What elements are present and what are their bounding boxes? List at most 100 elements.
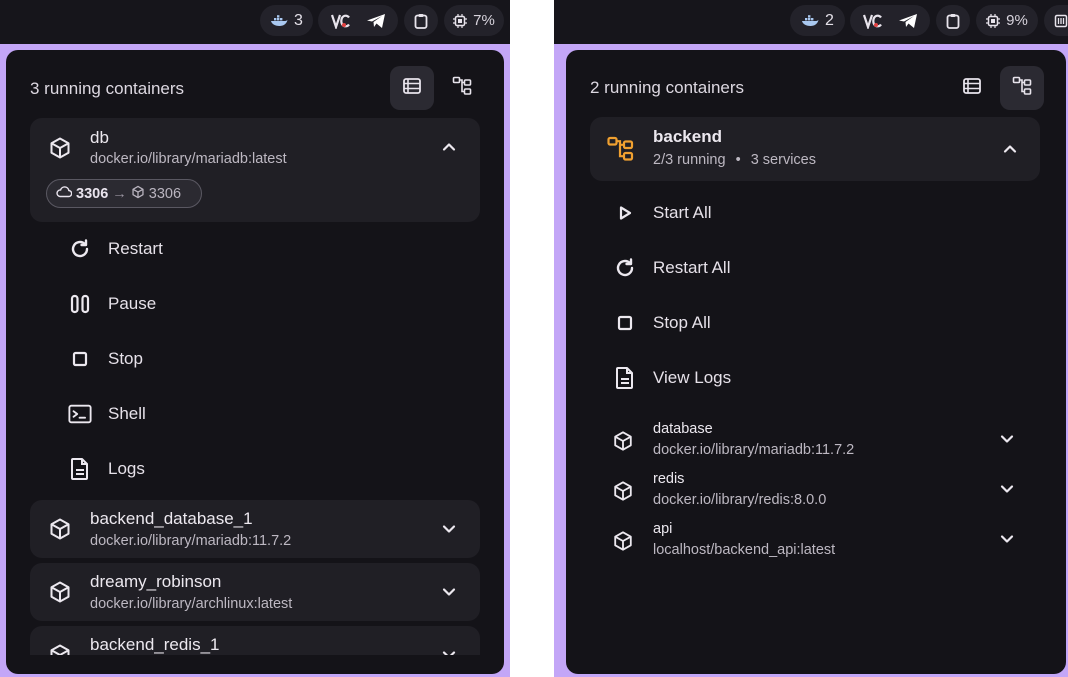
left-screen: 3 7% 3 running containers db docker.io/l… — [0, 0, 510, 677]
action-label: Shell — [108, 404, 146, 423]
container-name: backend_redis_1 — [90, 635, 220, 654]
action-label: Pause — [108, 294, 157, 313]
action-label: View Logs — [653, 368, 732, 387]
container-card-dreamy-robinson[interactable]: dreamy_robinson docker.io/library/archli… — [30, 563, 480, 621]
service-item-database[interactable]: database docker.io/library/mariadb:11.7.… — [590, 416, 1040, 464]
clip-wrapper: backend_redis_1 — [30, 626, 480, 655]
play-icon — [613, 201, 637, 225]
container-card-db[interactable]: db docker.io/library/mariadb:latest 3306… — [30, 118, 480, 222]
stop-icon — [68, 347, 92, 371]
cpu-icon — [453, 13, 468, 28]
tray-chip[interactable] — [318, 5, 398, 36]
container-name: db — [90, 128, 109, 147]
docker-status-chip[interactable]: 2 — [790, 5, 845, 36]
restart-icon — [613, 256, 637, 280]
container-port: 3306 — [148, 185, 182, 202]
service-item-redis[interactable]: redis docker.io/library/redis:8.0.0 — [590, 466, 1040, 514]
clipboard-chip[interactable] — [936, 5, 970, 36]
container-cube-icon — [612, 430, 634, 457]
stop-all-action[interactable]: Stop All — [613, 308, 711, 338]
chevron-down-icon[interactable] — [998, 530, 1016, 553]
container-image: docker.io/library/archlinux:latest — [90, 596, 293, 612]
container-name: dreamy_robinson — [90, 572, 222, 591]
start-all-action[interactable]: Start All — [613, 198, 712, 228]
container-image: docker.io/library/mariadb:11.7.2 — [90, 533, 292, 549]
container-card-backend-database[interactable]: backend_database_1 docker.io/library/mar… — [30, 500, 480, 558]
memory-icon — [1054, 14, 1068, 28]
view-logs-action[interactable]: View Logs — [613, 363, 731, 393]
document-icon — [68, 457, 92, 481]
action-label: Restart All — [653, 258, 731, 277]
container-cube-icon — [48, 580, 72, 609]
group-view-button[interactable] — [1000, 66, 1044, 110]
restart-all-action[interactable]: Restart All — [613, 253, 730, 283]
container-count: 3 — [294, 11, 303, 29]
project-group-icon — [607, 136, 635, 167]
stop-icon — [613, 311, 637, 335]
running-count: 2/3 running — [653, 152, 726, 168]
service-name: database — [653, 421, 713, 437]
chevron-down-icon[interactable] — [440, 520, 458, 543]
stop-action[interactable]: Stop — [68, 344, 143, 374]
services-count: 3 services — [750, 152, 816, 168]
container-cube-icon — [48, 517, 72, 546]
service-name: redis — [653, 471, 685, 487]
docker-whale-icon — [270, 14, 288, 28]
container-count: 2 — [825, 11, 834, 29]
container-cube-icon — [612, 480, 634, 507]
pause-action[interactable]: Pause — [68, 289, 156, 319]
project-card-backend[interactable]: backend 2/3 running • 3 services — [590, 117, 1040, 181]
container-card-backend-redis[interactable]: backend_redis_1 — [30, 626, 480, 655]
group-view-button[interactable] — [440, 66, 484, 110]
containers-panel: 3 running containers db docker.io/librar… — [6, 50, 504, 674]
service-item-api[interactable]: api localhost/backend_api:latest — [590, 516, 1040, 564]
cpu-chip[interactable]: 7% — [444, 5, 504, 36]
document-icon — [613, 366, 637, 390]
action-label: Restart — [108, 239, 163, 258]
telegram-icon — [366, 13, 386, 29]
chevron-up-icon[interactable] — [440, 138, 458, 161]
terminal-icon — [68, 402, 92, 426]
chevron-down-icon[interactable] — [998, 480, 1016, 503]
action-label: Stop — [108, 349, 143, 368]
cpu-icon — [986, 13, 1001, 28]
docker-status-chip[interactable]: 3 — [260, 5, 313, 36]
container-image: docker.io/library/mariadb:latest — [90, 151, 287, 167]
chevron-down-icon[interactable] — [440, 583, 458, 606]
top-bar: 2 9% — [554, 0, 1068, 44]
cpu-usage: 7% — [473, 12, 495, 29]
vscode-logo-icon — [862, 13, 884, 29]
panel-title: 3 running containers — [30, 79, 185, 98]
project-name: backend — [653, 127, 722, 146]
container-cube-icon — [48, 136, 72, 165]
service-image: docker.io/library/redis:8.0.0 — [653, 492, 827, 508]
chevron-down-icon[interactable] — [998, 430, 1016, 453]
service-name: api — [653, 521, 673, 537]
list-view-button[interactable] — [950, 66, 994, 110]
top-bar: 3 7% — [0, 0, 510, 44]
list-view-button[interactable] — [390, 66, 434, 110]
logs-action[interactable]: Logs — [68, 454, 145, 484]
memory-chip[interactable] — [1044, 5, 1068, 36]
containers-panel: 2 running containers backend 2/3 running… — [566, 50, 1066, 674]
cpu-chip[interactable]: 9% — [976, 5, 1038, 36]
small-cube-icon — [131, 185, 145, 203]
port-mapping-chip[interactable]: 3306 → 3306 — [46, 179, 202, 208]
hierarchy-icon — [452, 76, 472, 101]
docker-whale-icon — [801, 14, 819, 28]
clipboard-chip[interactable] — [404, 5, 438, 36]
telegram-icon — [898, 13, 918, 29]
port-arrow: → — [112, 185, 127, 202]
service-image: docker.io/library/mariadb:11.7.2 — [653, 442, 855, 458]
host-port: 3306 — [76, 185, 109, 202]
action-label: Start All — [653, 203, 712, 222]
chevron-up-icon[interactable] — [1001, 140, 1019, 163]
shell-action[interactable]: Shell — [68, 399, 146, 429]
pause-icon — [68, 292, 92, 316]
restart-action[interactable]: Restart — [68, 234, 163, 264]
right-screen: 2 9% 2 running containers backend 2/3 ru… — [554, 0, 1068, 677]
list-icon — [403, 77, 421, 99]
chevron-down-icon[interactable] — [440, 646, 458, 655]
tray-chip[interactable] — [850, 5, 930, 36]
list-icon — [963, 77, 981, 99]
